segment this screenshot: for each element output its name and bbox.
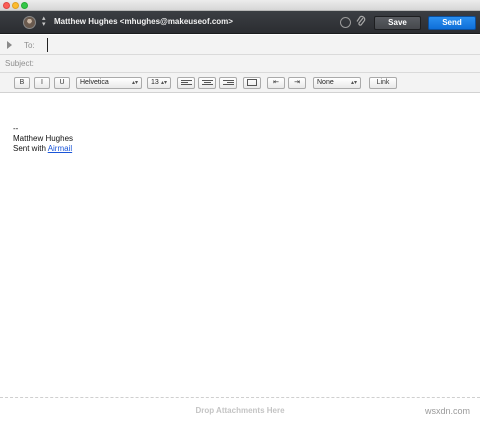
align-left-icon [180,80,192,85]
message-body[interactable]: -- Matthew Hughes Sent with Airmail [13,124,73,154]
list-style-select[interactable]: None ▴▾ [313,77,361,89]
save-button[interactable]: Save [374,16,421,30]
to-input[interactable] [47,38,467,52]
outdent-button[interactable]: ⇤ [267,77,285,89]
select-arrows-icon: ▴▾ [350,80,357,86]
disclosure-triangle-icon[interactable] [7,41,12,49]
signature-sent-with: Sent with Airmail [13,144,73,154]
align-right-icon [222,80,234,85]
align-center-icon [201,80,213,85]
compose-header: ▴ ▾ Matthew Hughes <mhughes@makeuseof.com… [0,11,480,34]
align-left-button[interactable] [177,77,195,89]
block-quote-icon [247,79,257,86]
attachment-drop-zone[interactable]: Drop Attachments Here [0,397,480,422]
subject-label: Subject: [5,59,34,68]
drop-attachments-label: Drop Attachments Here [195,406,285,415]
subject-input[interactable] [42,57,472,71]
list-style-value: None [317,79,334,86]
paperclip-icon-svg [356,15,366,26]
font-family-value: Helvetica [80,79,109,86]
underline-button[interactable]: U [54,77,70,89]
subject-row: Subject: [0,55,480,73]
align-center-button[interactable] [198,77,216,89]
sent-with-text: Sent with [13,144,48,153]
signature-name: Matthew Hughes [13,134,74,143]
paperclip-icon[interactable] [356,15,366,32]
zoom-window-button[interactable] [21,2,28,9]
airmail-link[interactable]: Airmail [48,144,72,153]
select-arrows-icon: ▴▾ [160,80,167,86]
to-row: To: [0,35,480,55]
signature-separator: -- [13,124,19,133]
avatar[interactable] [23,16,36,29]
font-size-select[interactable]: 13 ▴▾ [147,77,171,89]
font-family-select[interactable]: Helvetica ▴▾ [76,77,142,89]
loading-icon [340,17,351,28]
from-account-selector[interactable]: Matthew Hughes <mhughes@makeuseof.com> [54,17,233,26]
font-size-value: 13 [151,79,159,86]
indent-button[interactable]: ⇥ [288,77,306,89]
outdent-icon: ⇤ [273,79,279,86]
to-label: To: [24,41,35,50]
indent-icon: ⇥ [294,79,300,86]
watermark: wsxdn.com [424,406,470,416]
window-titlebar [0,0,480,11]
close-window-button[interactable] [3,2,10,9]
block-quote-button[interactable] [243,77,261,89]
send-button[interactable]: Send [428,16,476,30]
italic-button[interactable]: I [34,77,50,89]
minimize-window-button[interactable] [12,2,19,9]
align-right-button[interactable] [219,77,237,89]
formatting-toolbar: B I U Helvetica ▴▾ 13 ▴▾ ⇤ ⇥ None ▴▾ Lin… [0,73,480,93]
updown-arrows-icon[interactable]: ▴ ▾ [42,15,46,28]
link-button[interactable]: Link [369,77,397,89]
bold-button[interactable]: B [14,77,30,89]
select-arrows-icon: ▴▾ [131,80,138,86]
